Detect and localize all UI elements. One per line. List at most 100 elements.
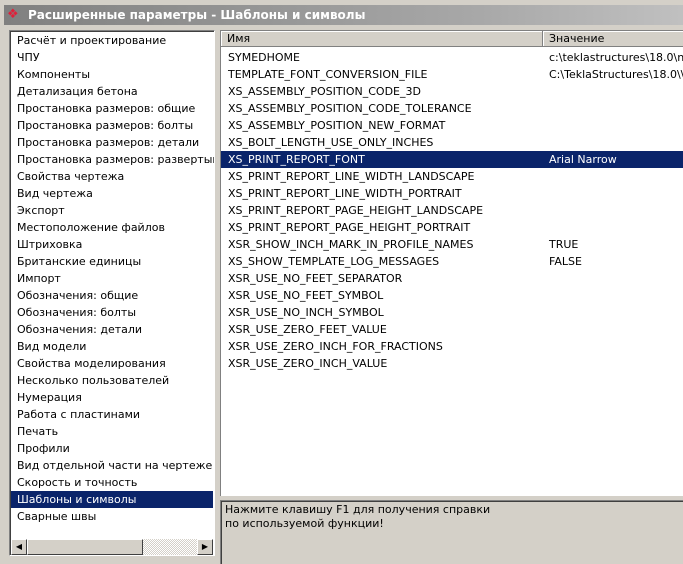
cell-name[interactable]: XS_BOLT_LENGTH_USE_ONLY_INCHES <box>221 134 543 151</box>
table-row[interactable]: XS_BOLT_LENGTH_USE_ONLY_INCHES <box>221 134 683 151</box>
category-item[interactable]: Простановка размеров: развертывани <box>11 151 214 168</box>
cell-name[interactable]: XSR_SHOW_INCH_MARK_IN_PROFILE_NAMES <box>221 236 543 253</box>
category-item[interactable]: Нумерация <box>11 389 213 406</box>
cell-name[interactable]: XS_PRINT_REPORT_LINE_WIDTH_PORTRAIT <box>221 185 543 202</box>
cell-value[interactable]: C:\TeklaStructures\18.0\\er <box>543 66 683 83</box>
cell-name[interactable]: XS_ASSEMBLY_POSITION_CODE_TOLERANCE <box>221 100 543 117</box>
cell-name[interactable]: XS_SHOW_TEMPLATE_LOG_MESSAGES <box>221 253 543 270</box>
category-item[interactable]: Несколько пользователей <box>11 372 213 389</box>
cell-name[interactable]: XS_PRINT_REPORT_PAGE_HEIGHT_LANDSCAPE <box>221 202 543 219</box>
table-row[interactable]: XSR_USE_ZERO_INCH_VALUE <box>221 355 683 372</box>
category-item[interactable]: Штриховка <box>11 236 213 253</box>
category-item[interactable]: Экспорт <box>11 202 213 219</box>
cell-name[interactable]: XS_ASSEMBLY_POSITION_NEW_FORMAT <box>221 117 543 134</box>
cell-name[interactable]: XSR_USE_NO_INCH_SYMBOL <box>221 304 543 321</box>
table-row[interactable]: XSR_USE_NO_FEET_SEPARATOR <box>221 270 683 287</box>
category-item[interactable]: Вид отдельной части на чертеже сбор <box>11 457 214 474</box>
table-row[interactable]: XS_SHOW_TEMPLATE_LOG_MESSAGES FALSE <box>221 253 683 270</box>
app-icon: ❖ <box>7 7 19 22</box>
cell-name[interactable]: SYMEDHOME <box>221 49 543 66</box>
category-item[interactable]: Британские единицы <box>11 253 213 270</box>
cell-value[interactable] <box>543 168 683 185</box>
window-title: Расширенные параметры - Шаблоны и символ… <box>28 8 366 22</box>
cell-value[interactable] <box>543 100 683 117</box>
category-item[interactable]: Обозначения: общие <box>11 287 213 304</box>
table-row[interactable]: XSR_USE_NO_INCH_SYMBOL <box>221 304 683 321</box>
category-item[interactable]: Скорость и точность <box>11 474 213 491</box>
table-row[interactable]: XSR_USE_NO_FEET_SYMBOL <box>221 287 683 304</box>
category-item[interactable]: Сварные швы <box>11 508 213 525</box>
cell-value[interactable] <box>543 287 683 304</box>
cell-name[interactable]: XS_PRINT_REPORT_PAGE_HEIGHT_PORTRAIT <box>221 219 543 236</box>
cell-value[interactable] <box>543 185 683 202</box>
table-row[interactable]: XS_PRINT_REPORT_FONT Arial Narrow <box>221 151 683 168</box>
cell-name[interactable]: XS_PRINT_REPORT_FONT <box>221 151 543 168</box>
cell-name[interactable]: XSR_USE_NO_FEET_SEPARATOR <box>221 270 543 287</box>
category-item[interactable]: ЧПУ <box>11 49 213 66</box>
cell-value[interactable]: FALSE <box>543 253 683 270</box>
category-item[interactable]: Местоположение файлов <box>11 219 213 236</box>
category-item[interactable]: Работа с пластинами <box>11 406 213 423</box>
category-item[interactable]: Профили <box>11 440 213 457</box>
cell-value[interactable] <box>543 321 683 338</box>
scroll-thumb[interactable] <box>27 539 143 555</box>
cell-name[interactable]: XSR_USE_NO_FEET_SYMBOL <box>221 287 543 304</box>
cell-name[interactable]: XS_ASSEMBLY_POSITION_CODE_3D <box>221 83 543 100</box>
category-item[interactable]: Свойства моделирования <box>11 355 213 372</box>
table-row[interactable]: XSR_USE_ZERO_FEET_VALUE <box>221 321 683 338</box>
cell-value[interactable] <box>543 117 683 134</box>
category-item[interactable]: Вид модели <box>11 338 213 355</box>
category-item[interactable]: Компоненты <box>11 66 213 83</box>
help-panel: Нажмите клавишу F1 для получения справки… <box>220 500 683 564</box>
category-item[interactable]: Вид чертежа <box>11 185 213 202</box>
table-row[interactable]: XS_PRINT_REPORT_LINE_WIDTH_PORTRAIT <box>221 185 683 202</box>
category-item[interactable]: Шаблоны и символы <box>11 491 213 508</box>
category-item[interactable]: Расчёт и проектирование <box>11 32 213 49</box>
title-bar: ❖ Расширенные параметры - Шаблоны и симв… <box>0 0 683 28</box>
cell-name[interactable]: XSR_USE_ZERO_INCH_FOR_FRACTIONS <box>221 338 543 355</box>
column-header-value[interactable]: Значение <box>543 31 683 47</box>
cell-value[interactable] <box>543 304 683 321</box>
title-bar-background: ❖ Расширенные параметры - Шаблоны и симв… <box>4 5 683 25</box>
cell-value[interactable] <box>543 355 683 372</box>
cell-value[interactable] <box>543 270 683 287</box>
cell-name[interactable]: XS_PRINT_REPORT_LINE_WIDTH_LANDSCAPE <box>221 168 543 185</box>
table-row[interactable]: TEMPLATE_FONT_CONVERSION_FILE C:\TeklaStr… <box>221 66 683 83</box>
cell-value[interactable]: Arial Narrow <box>543 151 683 168</box>
table-row[interactable]: SYMEDHOMEc:\teklastructures\18.0\nt\b <box>221 49 683 66</box>
table-row[interactable]: XS_PRINT_REPORT_PAGE_HEIGHT_LANDSCAPE <box>221 202 683 219</box>
table-row[interactable]: XS_ASSEMBLY_POSITION_NEW_FORMAT <box>221 117 683 134</box>
cell-value[interactable]: c:\teklastructures\18.0\nt\b <box>543 49 683 66</box>
cell-name[interactable]: XSR_USE_ZERO_INCH_VALUE <box>221 355 543 372</box>
cell-value[interactable] <box>543 134 683 151</box>
cell-value[interactable]: TRUE <box>543 236 683 253</box>
category-item[interactable]: Обозначения: детали <box>11 321 213 338</box>
cell-name[interactable]: XSR_USE_ZERO_FEET_VALUE <box>221 321 543 338</box>
category-item[interactable]: Простановка размеров: болты <box>11 117 213 134</box>
column-header-name[interactable]: Имя <box>221 31 543 47</box>
cell-value[interactable] <box>543 202 683 219</box>
table-row[interactable]: XS_PRINT_REPORT_LINE_WIDTH_LANDSCAPE <box>221 168 683 185</box>
cell-name[interactable]: TEMPLATE_FONT_CONVERSION_FILE <box>221 66 543 83</box>
table-row[interactable]: XS_ASSEMBLY_POSITION_CODE_TOLERANCE <box>221 100 683 117</box>
table-row[interactable]: XS_ASSEMBLY_POSITION_CODE_3D <box>221 83 683 100</box>
cell-value[interactable] <box>543 219 683 236</box>
scroll-left-button[interactable]: ◀ <box>11 539 27 555</box>
category-item[interactable]: Простановка размеров: детали <box>11 134 213 151</box>
cell-value[interactable] <box>543 83 683 100</box>
category-list[interactable]: Расчёт и проектирование ЧПУ Компоненты Дета… <box>9 30 215 556</box>
category-item[interactable]: Обозначения: болты <box>11 304 213 321</box>
scroll-right-button[interactable]: ▶ <box>197 539 213 555</box>
category-item[interactable]: Свойства чертежа <box>11 168 213 185</box>
category-item[interactable]: Детализация бетона <box>11 83 213 100</box>
settings-grid: Имя Значение SYMEDHOME c:\teklastructures… <box>220 30 683 496</box>
horizontal-scrollbar[interactable]: ◀ ▶ <box>11 539 213 555</box>
cell-value[interactable] <box>543 338 683 355</box>
grid-header: Имя Значение <box>221 31 683 47</box>
table-row[interactable]: XS_PRINT_REPORT_PAGE_HEIGHT_PORTRAIT <box>221 219 683 236</box>
category-item[interactable]: Печать <box>11 423 213 440</box>
table-row[interactable]: XSR_USE_ZERO_INCH_FOR_FRACTIONS <box>221 338 683 355</box>
table-row[interactable]: XSR_SHOW_INCH_MARK_IN_PROFILE_NAMES TRUE <box>221 236 683 253</box>
category-item[interactable]: Простановка размеров: общие <box>11 100 213 117</box>
category-item[interactable]: Импорт <box>11 270 213 287</box>
